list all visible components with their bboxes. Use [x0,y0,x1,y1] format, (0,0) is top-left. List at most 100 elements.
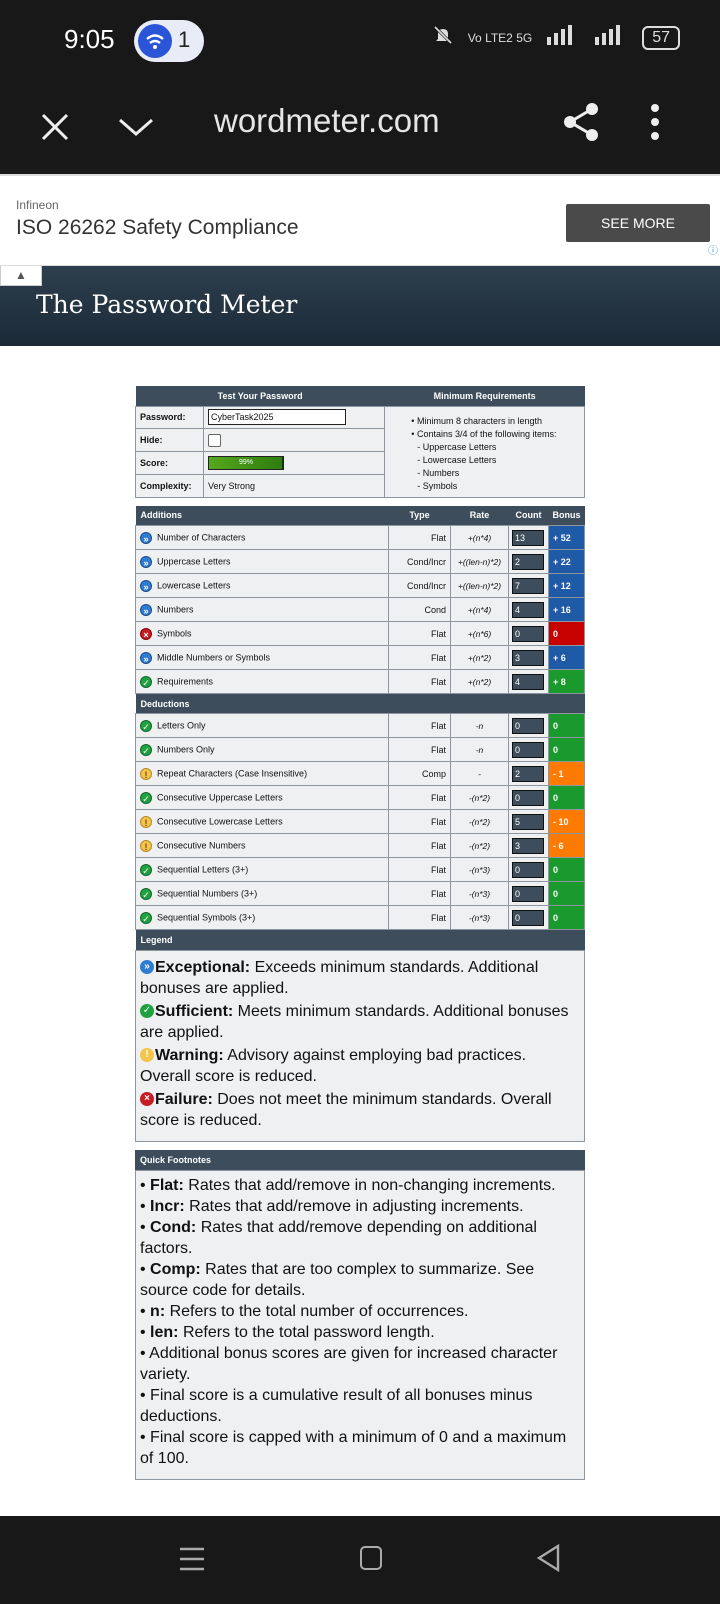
rate-header: Rate [450,505,509,526]
rate-type: Flat [388,669,451,694]
rate-formula: - [450,761,509,786]
footnote-term: n: [150,1302,166,1320]
rate-formula: -n [450,737,509,762]
rate-type: Comp [388,761,451,786]
sufficient-status-icon: ✓ [140,743,152,756]
rate-count-cell: 4 [508,597,549,622]
rate-formula: +(n*2) [450,645,509,670]
rates-table: Additions Type Rate Count Bonus » Number … [135,505,585,950]
rate-formula: -n [450,713,509,738]
footnote-text: Refers to the total password length. [178,1323,435,1341]
rate-formula: -(n*3) [450,857,509,882]
rate-bonus: + 16 [548,597,585,622]
rate-name: Middle Numbers or Symbols [157,651,271,662]
sufficient-status-icon: ✓ [140,791,152,804]
rate-type: Flat [388,525,451,550]
rate-bonus: + 8 [548,669,585,694]
legend-term: Sufficient: [155,1002,234,1020]
rate-formula: +((len-n)*2) [450,549,509,574]
ad-collapse-button[interactable]: ▲ [0,266,42,286]
count-header: Count [508,505,549,526]
legend-header: Legend [135,929,585,950]
ad-see-more-button[interactable]: SEE MORE [566,204,710,242]
rate-row: ✓ Numbers Only Flat -n 0 0 [135,737,585,762]
warning-legend-icon: ! [140,1047,154,1062]
rate-count: 0 [512,717,544,734]
rate-name-cell: » Uppercase Letters [135,549,389,574]
rate-name: Sequential Letters (3+) [157,863,249,874]
rate-bonus: 0 [548,785,585,810]
rate-name: Consecutive Lowercase Letters [157,815,283,826]
requirement-subitem: - Numbers [417,467,460,478]
exceptional-status-icon: » [140,579,152,592]
rate-name-cell: » Numbers [135,597,389,622]
rate-name: Sequential Symbols (3+) [157,911,256,922]
site-header: The Password Meter [0,266,720,346]
ad-headline[interactable]: ISO 26262 Safety Compliance [16,216,299,240]
rate-name-cell: » Middle Numbers or Symbols [135,645,389,670]
rate-count-cell: 0 [508,785,549,810]
recent-apps-icon[interactable] [180,1546,204,1572]
exceptional-status-icon: » [140,651,152,664]
rate-formula: +(n*6) [450,621,509,646]
bonus-header: Bonus [548,505,585,526]
more-options-icon[interactable] [650,100,660,144]
sufficient-status-icon: ✓ [140,911,152,924]
exceptional-status-icon: » [140,603,152,616]
rate-name: Symbols [157,627,192,638]
rate-bonus: 0 [548,881,585,906]
system-nav-bar [0,1516,720,1604]
back-icon[interactable] [536,1543,562,1573]
rate-count-cell: 0 [508,881,549,906]
battery-icon: 57 [642,25,680,50]
rate-count: 7 [512,577,544,594]
rate-count: 2 [512,765,544,782]
password-input[interactable]: CyberTask2025 [208,409,346,426]
network-label: Vo LTE2 5G [467,30,533,45]
rate-row: » Number of Characters Flat +(n*4) 13 + 52 [135,525,585,550]
footnote-text: Rates that add/remove in adjusting incre… [184,1197,524,1215]
requirement-item: • Minimum 8 characters in length [411,415,543,426]
rate-count: 3 [512,649,544,666]
ad-info-icon[interactable]: ⓘ [708,242,718,257]
sufficient-status-icon: ✓ [140,887,152,900]
rate-formula: -(n*3) [450,881,509,906]
rate-name: Numbers Only [157,743,215,754]
footnote-text: Final score is capped with a minimum of … [140,1428,567,1467]
footnote-item: • Incr: Rates that add/remove in adjusti… [140,1197,524,1215]
rate-name-cell: ! Consecutive Numbers [135,833,389,858]
rate-name-cell: ✓ Numbers Only [135,737,389,762]
rate-type: Flat [388,785,451,810]
footnotes-box: • Flat: Rates that add/remove in non-cha… [135,1169,585,1480]
rate-name: Number of Characters [157,531,246,542]
footnote-term: Cond: [150,1218,197,1236]
close-icon[interactable] [40,104,70,152]
footnote-text: Additional bonus scores are given for in… [140,1344,558,1383]
rate-type: Cond/Incr [388,549,451,574]
rate-count-cell: 3 [508,833,549,858]
status-time: 9:05 [64,24,115,54]
score-percent: 99% [238,458,253,466]
rate-row: × Symbols Flat +(n*6) 0 0 [135,621,585,646]
notification-pill[interactable]: 1 [134,20,204,62]
ad-banner[interactable]: Infineon ISO 26262 Safety Compliance SEE… [0,174,720,266]
requirement-subitem: - Uppercase Letters [417,441,497,452]
rate-name-cell: × Symbols [135,621,389,646]
rate-count-cell: 0 [508,857,549,882]
footnote-item: • Final score is a cumulative result of … [140,1386,533,1425]
chevron-down-icon[interactable] [116,108,156,148]
footnotes-header: Quick Footnotes [135,1149,585,1170]
browser-toolbar: wordmeter.com [0,86,720,174]
url-text[interactable]: wordmeter.com [214,102,440,140]
rate-name: Sequential Numbers (3+) [157,887,258,898]
score-label: Score: [135,451,204,475]
rate-bonus: 0 [548,905,585,930]
home-icon[interactable] [360,1546,382,1570]
rate-name-cell: ✓ Requirements [135,669,389,694]
rate-name-cell: ✓ Letters Only [135,713,389,738]
mute-icon [432,24,454,51]
share-icon[interactable] [560,100,604,144]
rate-type: Flat [388,833,451,858]
hide-checkbox[interactable] [208,433,221,447]
rate-row: » Middle Numbers or Symbols Flat +(n*2) 3 + 6 [135,645,585,670]
